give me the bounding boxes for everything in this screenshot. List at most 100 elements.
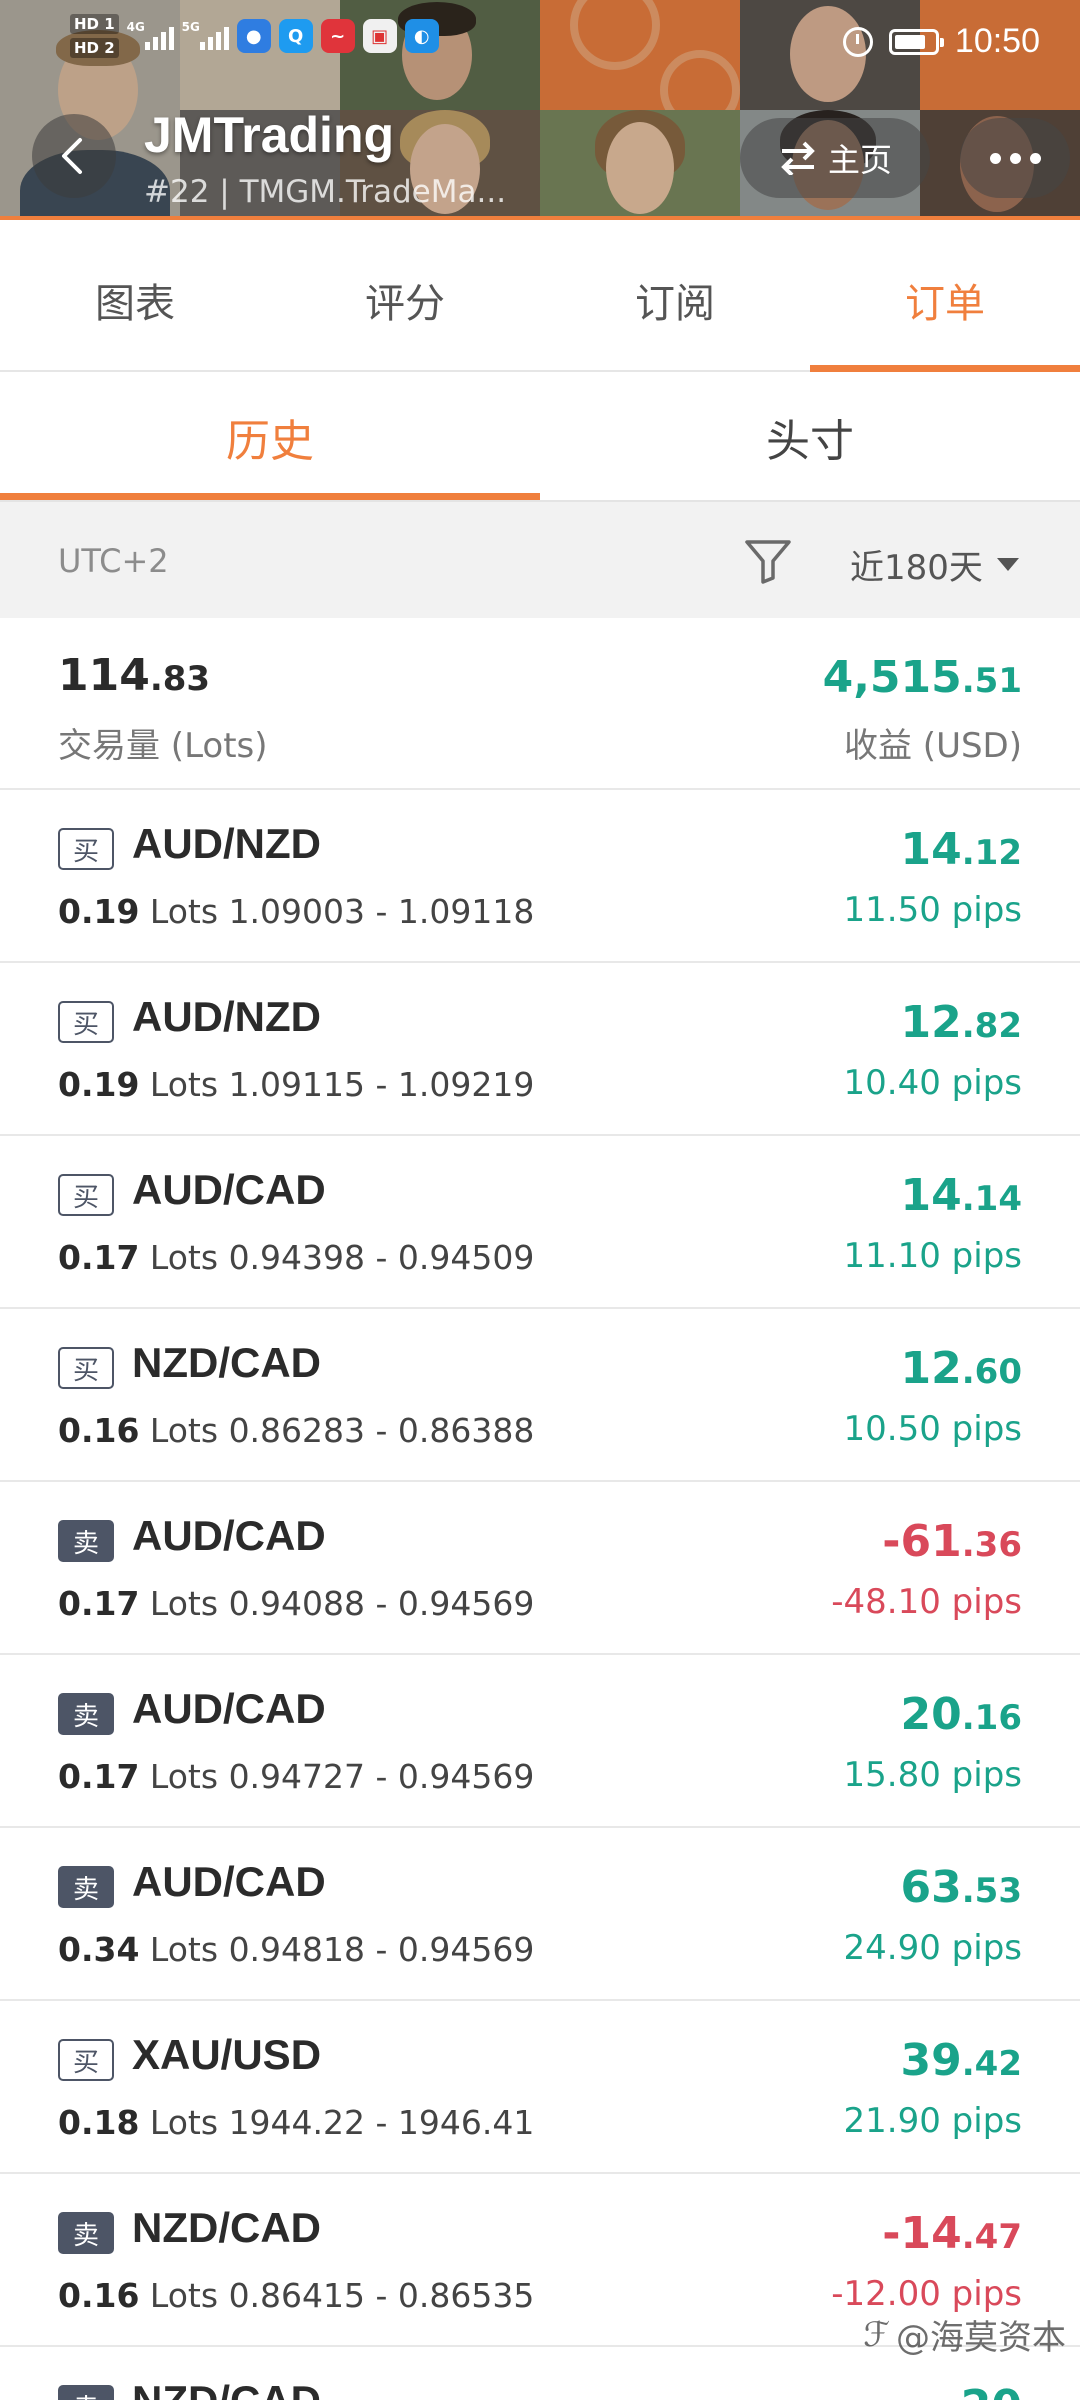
status-bar: HD 1 HD 2 4G 5G ● Q ~ ▣ ◐ 10:50 bbox=[0, 0, 1080, 90]
page-subtitle: #22 | TMGM.TradeMa... bbox=[144, 174, 507, 210]
side-badge: 卖 bbox=[58, 1520, 114, 1562]
order-pips: 11.10 pips bbox=[843, 1236, 1022, 1276]
subtab-positions[interactable]: 头寸 bbox=[540, 374, 1080, 500]
back-arrow-icon bbox=[62, 138, 82, 174]
order-symbol: AUD/CAD bbox=[132, 1512, 326, 1559]
order-prices: 0.94398 - 0.94509 bbox=[228, 1238, 535, 1277]
home-button-label: 主页 bbox=[827, 141, 892, 179]
tab-chart[interactable]: 图表 bbox=[0, 230, 270, 370]
order-symbol: AUD/CAD bbox=[132, 1685, 326, 1732]
order-symbol: AUD/NZD bbox=[132, 820, 321, 867]
browser-app-icon: ◐ bbox=[404, 19, 439, 53]
order-prices: 0.94088 - 0.94569 bbox=[228, 1584, 535, 1623]
orders-list: 买 AUD/NZD 0.19 Lots 1.09003 - 1.09118 14… bbox=[0, 790, 1080, 2400]
order-details: 0.17 Lots 0.94727 - 0.94569 bbox=[58, 1757, 535, 1796]
order-prices: 0.94727 - 0.94569 bbox=[228, 1757, 535, 1796]
page-title: JMTrading bbox=[144, 107, 395, 163]
back-button[interactable] bbox=[32, 114, 116, 198]
side-badge: 买 bbox=[58, 1347, 114, 1389]
order-prices: 1.09115 - 1.09219 bbox=[228, 1065, 535, 1104]
order-row[interactable]: 买 NZD/CAD 0.16 Lots 0.86283 - 0.86388 12… bbox=[0, 1309, 1080, 1482]
order-pips: 15.80 pips bbox=[843, 1755, 1022, 1795]
order-profit: 20 bbox=[961, 2381, 1022, 2400]
order-profit: 12.82 bbox=[900, 997, 1022, 1048]
order-profit: 39.42 bbox=[900, 2035, 1022, 2086]
order-details: 0.16 Lots 0.86415 - 0.86535 bbox=[58, 2276, 535, 2315]
tab-orders[interactable]: 订单 bbox=[810, 230, 1080, 372]
order-pips: 10.40 pips bbox=[843, 1063, 1022, 1103]
watermark-text: @海莫资本 bbox=[896, 2318, 1066, 2358]
order-pips: 11.50 pips bbox=[843, 890, 1022, 930]
order-profit: 20.16 bbox=[900, 1689, 1022, 1740]
battery-icon bbox=[888, 28, 944, 55]
order-profit: -61.36 bbox=[882, 1516, 1022, 1567]
order-prices: 0.94818 - 0.94569 bbox=[228, 1930, 535, 1969]
order-row[interactable]: 买 AUD/CAD 0.17 Lots 0.94398 - 0.94509 14… bbox=[0, 1136, 1080, 1309]
order-details: 0.17 Lots 0.94398 - 0.94509 bbox=[58, 1238, 535, 1277]
order-prices: 0.86283 - 0.86388 bbox=[228, 1411, 535, 1450]
order-symbol: XAU/USD bbox=[132, 2031, 322, 2078]
subtab-history[interactable]: 历史 bbox=[0, 374, 540, 500]
tab-rating[interactable]: 评分 bbox=[270, 230, 540, 370]
order-pips: 10.50 pips bbox=[843, 1409, 1022, 1449]
caret-down-icon bbox=[996, 558, 1019, 571]
order-symbol: NZD/CAD bbox=[132, 1339, 321, 1386]
order-profit: 14.14 bbox=[900, 1170, 1022, 1221]
home-button[interactable]: 主页 bbox=[740, 118, 930, 198]
alarm-icon bbox=[842, 26, 873, 57]
order-symbol: AUD/CAD bbox=[132, 1166, 326, 1213]
order-prices: 0.86415 - 0.86535 bbox=[228, 2276, 535, 2315]
order-profit: 63.53 bbox=[900, 1862, 1022, 1913]
side-badge: 买 bbox=[58, 828, 114, 870]
order-row[interactable]: 买 AUD/NZD 0.19 Lots 1.09115 - 1.09219 12… bbox=[0, 963, 1080, 1136]
order-row[interactable]: 卖 AUD/CAD 0.34 Lots 0.94818 - 0.94569 63… bbox=[0, 1828, 1080, 2001]
hd-indicator-1: HD 1 bbox=[70, 14, 119, 34]
bulb-app-icon: ● bbox=[236, 19, 271, 53]
filter-icon[interactable] bbox=[744, 538, 792, 584]
order-row[interactable]: 卖 AUD/CAD 0.17 Lots 0.94088 - 0.94569 -6… bbox=[0, 1482, 1080, 1655]
side-badge: 卖 bbox=[58, 1693, 114, 1735]
order-profit: -14.47 bbox=[882, 2208, 1022, 2259]
side-badge: 买 bbox=[58, 1174, 114, 1216]
total-profit: 4,515.51 bbox=[822, 652, 1022, 703]
order-details: 0.19 Lots 1.09003 - 1.09118 bbox=[58, 892, 535, 931]
date-range-dropdown[interactable]: 近180天 bbox=[850, 540, 1019, 589]
order-details: 0.17 Lots 0.94088 - 0.94569 bbox=[58, 1584, 535, 1623]
order-profit: 12.60 bbox=[900, 1343, 1022, 1394]
battery-level bbox=[894, 34, 926, 49]
order-symbol: AUD/NZD bbox=[132, 993, 321, 1040]
date-range-label: 近180天 bbox=[850, 548, 983, 588]
more-dots-icon bbox=[989, 152, 1001, 164]
clock: 10:50 bbox=[954, 22, 1040, 60]
timezone-label: UTC+2 bbox=[58, 542, 169, 580]
signal-icon: 5G bbox=[182, 20, 229, 50]
total-volume: 114.83 bbox=[58, 650, 211, 701]
side-badge: 卖 bbox=[58, 1866, 114, 1908]
watermark: ℱ @海莫资本 bbox=[863, 2310, 1066, 2359]
total-profit-label: 收益 (USD) bbox=[844, 726, 1022, 766]
order-prices: 1944.22 - 1946.41 bbox=[228, 2103, 535, 2142]
order-pips: -48.10 pips bbox=[831, 1582, 1022, 1622]
order-details: 0.34 Lots 0.94818 - 0.94569 bbox=[58, 1930, 535, 1969]
order-pips: 21.90 pips bbox=[843, 2101, 1022, 2141]
order-details: 0.18 Lots 1944.22 - 1946.41 bbox=[58, 2103, 535, 2142]
swap-icon bbox=[781, 141, 815, 175]
side-badge: 买 bbox=[58, 2039, 114, 2081]
hd-indicator-2: HD 2 bbox=[70, 38, 119, 58]
total-volume-label: 交易量 (Lots) bbox=[58, 726, 268, 766]
signal-icon: 4G bbox=[127, 20, 174, 50]
filter-bar: UTC+2 近180天 bbox=[0, 500, 1080, 618]
order-row[interactable]: 买 AUD/NZD 0.19 Lots 1.09003 - 1.09118 14… bbox=[0, 790, 1080, 963]
order-symbol: AUD/CAD bbox=[132, 1858, 326, 1905]
side-badge: 卖 bbox=[58, 2385, 114, 2400]
order-row[interactable]: 卖 AUD/CAD 0.17 Lots 0.94727 - 0.94569 20… bbox=[0, 1655, 1080, 1828]
order-pips: 24.90 pips bbox=[843, 1928, 1022, 1968]
order-subtabs: 历史 头寸 bbox=[0, 374, 1080, 500]
header-accent-line bbox=[0, 216, 1080, 220]
order-prices: 1.09003 - 1.09118 bbox=[228, 892, 535, 931]
order-symbol: NZD/CAD bbox=[132, 2377, 321, 2400]
more-options-button[interactable] bbox=[960, 118, 1070, 198]
tab-subscribe[interactable]: 订阅 bbox=[540, 230, 810, 370]
main-tabs: 图表 评分 订阅 订单 bbox=[0, 230, 1080, 372]
order-row[interactable]: 买 XAU/USD 0.18 Lots 1944.22 - 1946.41 39… bbox=[0, 2001, 1080, 2174]
